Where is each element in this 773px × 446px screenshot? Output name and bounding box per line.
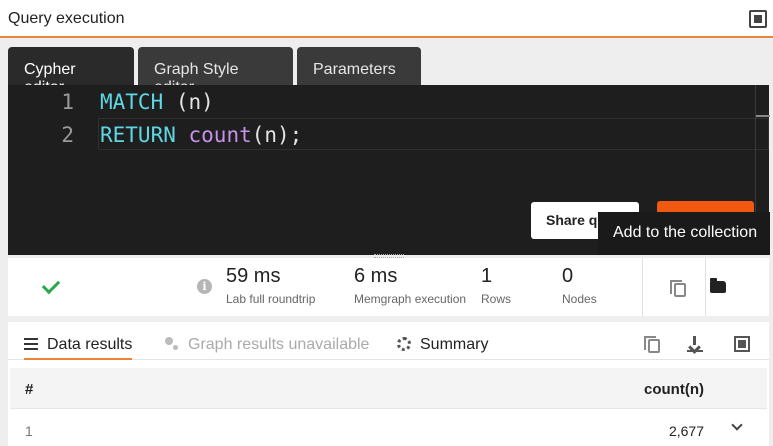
tab-summary[interactable]: Summary	[397, 336, 488, 354]
fullscreen-icon[interactable]	[749, 10, 767, 28]
table-row[interactable]: 1 2,677	[10, 408, 767, 446]
tab-label: Data results	[47, 336, 133, 353]
tab-graph-results: Graph results unavailable	[165, 336, 369, 354]
divider	[642, 258, 643, 316]
table-header: # count(n)	[10, 368, 767, 408]
expand-icon[interactable]	[734, 336, 750, 352]
check-icon	[41, 275, 61, 295]
row-index: 1	[25, 423, 33, 439]
query-execution-panel: Query execution Cypher editor Graph Styl…	[0, 0, 773, 446]
divider	[705, 258, 706, 316]
stat-label: Memgraph execution	[354, 292, 467, 306]
code-token: (n)	[163, 90, 214, 114]
keyword-token: RETURN	[100, 123, 176, 147]
column-header: #	[25, 381, 34, 398]
download-icon[interactable]	[687, 336, 703, 352]
tab-label: Summary	[420, 336, 489, 353]
list-icon	[24, 338, 38, 350]
code-token: (n);	[251, 123, 303, 147]
stat-value: 1	[481, 265, 493, 287]
stat-value: 0	[562, 265, 574, 287]
chevron-down-icon[interactable]	[731, 419, 743, 431]
line-number: 2	[61, 123, 74, 147]
line-number: 1	[61, 90, 74, 114]
row-value: 2,677	[668, 423, 704, 439]
stat-value: 59 ms	[226, 265, 281, 287]
page-title: Query execution	[8, 10, 125, 27]
execution-stats: i 59 ms Lab full roundtrip 6 ms Memgraph…	[8, 258, 769, 316]
column-header[interactable]: count(n)	[644, 381, 704, 398]
tooltip: Add to the collection	[598, 212, 770, 255]
stat-label: Lab full roundtrip	[226, 292, 316, 306]
results-panel: Data results Graph results unavailable S…	[8, 322, 769, 446]
folder-icon[interactable]	[710, 278, 726, 293]
tab-cypher-editor[interactable]: Cypher editor	[8, 47, 134, 101]
code-line[interactable]: MATCH (n)	[100, 90, 214, 114]
tab-data-results[interactable]: Data results	[24, 336, 133, 360]
keyword-token: MATCH	[100, 90, 164, 114]
stat-value: 6 ms	[354, 265, 398, 287]
stat-label: Nodes	[562, 292, 597, 306]
tab-label: Parameters	[313, 61, 396, 78]
tab-graph-style-editor[interactable]: Graph Style editor	[138, 47, 293, 96]
info-icon[interactable]: i	[197, 279, 212, 294]
code-line[interactable]: RETURN count(n);	[100, 123, 302, 147]
graph-icon	[165, 337, 179, 351]
function-token: count	[188, 123, 252, 147]
tab-label: Graph results unavailable	[188, 336, 370, 353]
tab-parameters[interactable]: Parameters	[297, 47, 421, 87]
stat-label: Rows	[481, 292, 512, 306]
gear-icon	[397, 337, 411, 351]
copy-icon[interactable]	[670, 280, 686, 297]
results-tabs: Data results Graph results unavailable S…	[8, 322, 769, 360]
copy-results-icon[interactable]	[644, 336, 660, 353]
panel-header: Query execution	[0, 0, 773, 38]
